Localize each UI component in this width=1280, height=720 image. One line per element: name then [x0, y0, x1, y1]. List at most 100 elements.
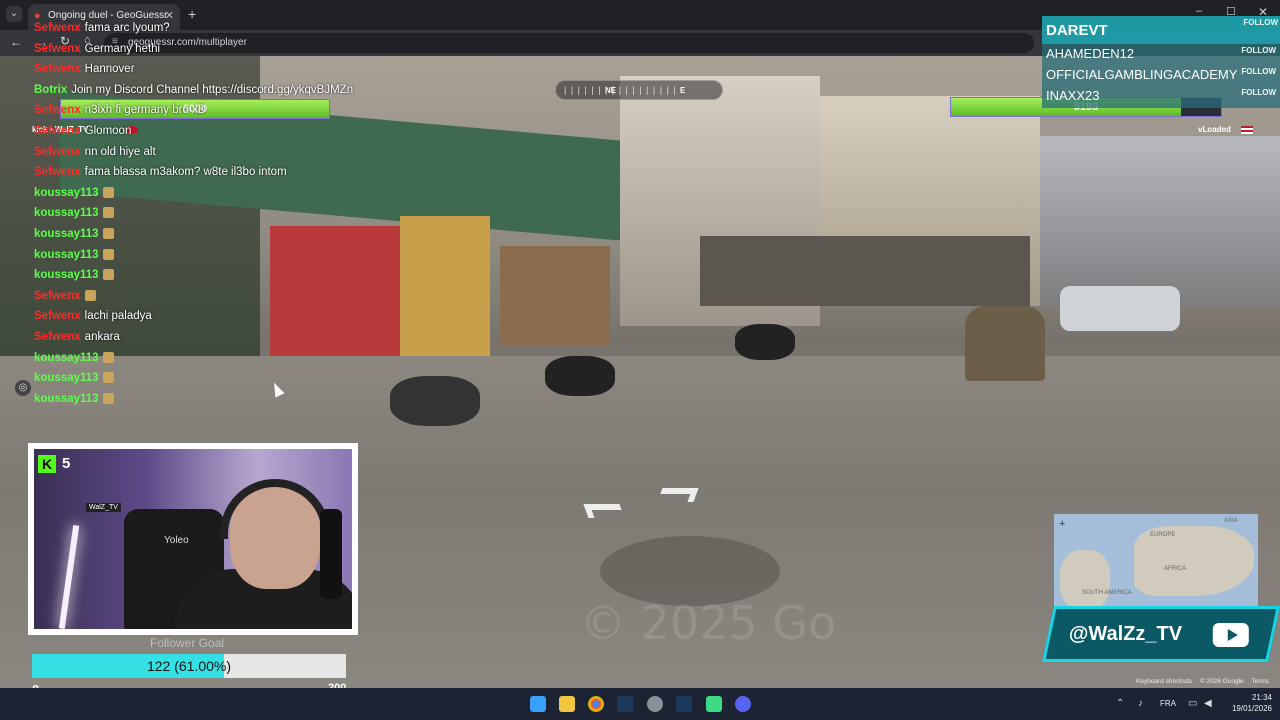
input-language[interactable]: FRA — [1160, 699, 1176, 708]
light-bar — [58, 525, 80, 629]
follower-name: DAREVT — [1046, 22, 1108, 39]
emote-icon — [102, 352, 114, 363]
follower-name: OFFICIALGAMBLINGACADEMY — [1046, 67, 1238, 82]
steam-icon[interactable] — [617, 696, 633, 712]
youtube-icon — [1212, 623, 1249, 647]
microphone-icon[interactable]: ♪ — [1138, 698, 1143, 709]
follower-row: DAREVT FOLLOW — [1042, 16, 1280, 44]
follower-row: AHAMEDEN12 FOLLOW — [1046, 44, 1278, 64]
close-tab-icon[interactable]: ✕ — [165, 9, 174, 22]
chat-message: koussay113 — [34, 269, 114, 289]
chat-username[interactable]: koussay113 — [34, 352, 99, 364]
chat-username[interactable]: koussay113 — [34, 249, 99, 261]
chrome-icon[interactable] — [588, 696, 604, 712]
clock[interactable]: 21:34 19/01/2026 — [1222, 693, 1272, 713]
headset — [220, 479, 330, 539]
chat-username[interactable]: Sefwenx — [34, 166, 81, 178]
compass-ticks: | | | | | | | | | | | | | | | | | — [564, 85, 677, 95]
kick-logo-icon: K — [38, 455, 56, 473]
tab-title: Ongoing duel - GeoGuessr — [48, 10, 168, 21]
tray-chevron-icon[interactable]: ⌃ — [1116, 698, 1124, 709]
webcam-frame: WalZ_TV Yoleo K 5 — [28, 443, 358, 635]
parked-cars — [1060, 286, 1180, 331]
chat-message: Sefwenx Glomoon — [34, 125, 131, 145]
chat-username[interactable]: Sefwenx — [34, 331, 81, 343]
chat-message: Botrix Join my Discord Channel https://di… — [34, 84, 353, 104]
chat-username[interactable]: koussay113 — [34, 187, 99, 199]
chat-username[interactable]: Sefwenx — [34, 146, 81, 158]
chat-text: fama blassa m3akom? w8te il3bo intom — [84, 166, 287, 178]
zoom-in-button[interactable]: + — [1059, 518, 1065, 530]
chat-username[interactable]: Botrix — [34, 84, 67, 96]
follower-row: OFFICIALGAMBLINGACADEMY FOLLOW — [1046, 65, 1278, 85]
chat-message: koussay113 — [34, 393, 114, 413]
file-explorer-icon[interactable] — [559, 696, 575, 712]
keyboard-shortcuts-link[interactable]: Keyboard shortcuts — [1136, 678, 1192, 685]
chat-settings-icon[interactable]: ◎ — [15, 380, 31, 396]
motorcycle — [545, 356, 615, 396]
steam-icon[interactable] — [676, 696, 692, 712]
chat-username[interactable]: Sefwenx — [34, 43, 81, 55]
network-icon[interactable]: ▭ — [1188, 698, 1197, 709]
volume-icon[interactable]: ◀ — [1204, 698, 1212, 709]
chat-username[interactable]: koussay113 — [34, 228, 99, 240]
move-arrow-right[interactable] — [657, 488, 699, 502]
chat-text: Hannover — [84, 63, 135, 75]
chat-message: Sefwenx lachi paladya — [34, 310, 152, 330]
chat-username[interactable]: Sefwenx — [34, 310, 81, 322]
recent-followers-panel: DAREVT FOLLOW AHAMEDEN12 FOLLOW OFFICIAL… — [1042, 16, 1280, 108]
chat-username[interactable]: Sefwenx — [34, 104, 81, 116]
chair-brand: Yoleo — [164, 535, 189, 546]
map-label: ASIA — [1224, 518, 1238, 524]
chat-username[interactable]: koussay113 — [34, 393, 99, 405]
neon-sign: WalZ_TV — [86, 503, 121, 512]
emote-icon — [102, 187, 114, 198]
chat-username[interactable]: Sefwenx — [34, 63, 81, 75]
chat-username[interactable]: Sefwenx — [34, 22, 81, 34]
chat-username[interactable]: Sefwenx — [34, 290, 81, 302]
follow-label: FOLLOW — [1241, 67, 1276, 76]
geoguessr-pin-icon: ● — [34, 10, 41, 22]
chat-message: koussay113 — [34, 187, 114, 207]
new-tab-button[interactable]: + — [188, 6, 196, 22]
discord-icon[interactable] — [735, 696, 751, 712]
back-button[interactable]: ← — [10, 35, 22, 49]
chat-message: Sefwenx Hannover — [34, 63, 135, 83]
chat-username[interactable]: koussay113 — [34, 372, 99, 384]
move-arrow-left[interactable] — [583, 504, 625, 518]
map-attribution: Keyboard shortcuts © 2026 Google Terms — [1136, 678, 1275, 688]
compass-ne-label: NE — [605, 86, 617, 95]
play-icon — [1227, 629, 1238, 641]
youtube-handle: @WalZz_TV — [1068, 623, 1183, 645]
chat-text: nn old hiye alt — [84, 146, 156, 158]
follower-goal-title: Follower Goal — [150, 636, 225, 650]
chat-message: koussay113 — [34, 372, 114, 392]
follow-label: FOLLOW — [1241, 46, 1276, 55]
clock-date: 19/01/2026 — [1231, 704, 1272, 713]
shopfront — [500, 246, 610, 346]
app-icon[interactable] — [706, 696, 722, 712]
url-input[interactable]: ≡ geoguessr.com/multiplayer — [104, 33, 1034, 53]
chat-message: koussay113 — [34, 207, 114, 227]
opponent-flag-icon — [1241, 126, 1253, 134]
settings-icon[interactable] — [647, 696, 663, 712]
chat-text: Join my Discord Channel https://discord.… — [71, 84, 354, 96]
chat-message: Sefwenx Germany hethi — [34, 43, 160, 63]
youtube-handle-banner: @WalZz_TV — [1042, 606, 1280, 662]
map-landmass — [1060, 550, 1110, 610]
copyright-text: © 2026 Google — [1199, 678, 1244, 685]
rickshaw — [965, 306, 1045, 381]
chat-username[interactable]: koussay113 — [34, 269, 99, 281]
map-label: SOUTH AMERICA — [1082, 590, 1132, 596]
chat-text: n3ixh fi germany bro xD — [84, 104, 207, 116]
chat-message: koussay113 — [34, 352, 114, 372]
follower-name: AHAMEDEN12 — [1046, 46, 1135, 61]
chat-username[interactable]: koussay113 — [34, 207, 99, 219]
chat-username[interactable]: Sefwenx — [34, 125, 81, 137]
tab-search-button[interactable]: ⌄ — [6, 6, 22, 22]
chat-message: Sefwenx ankara — [34, 331, 120, 351]
chat-text: Germany hethi — [84, 43, 161, 55]
windows-start-icon[interactable] — [530, 696, 546, 712]
terms-link[interactable]: Terms — [1251, 678, 1269, 685]
webcam-video: WalZ_TV Yoleo K 5 — [34, 449, 352, 629]
